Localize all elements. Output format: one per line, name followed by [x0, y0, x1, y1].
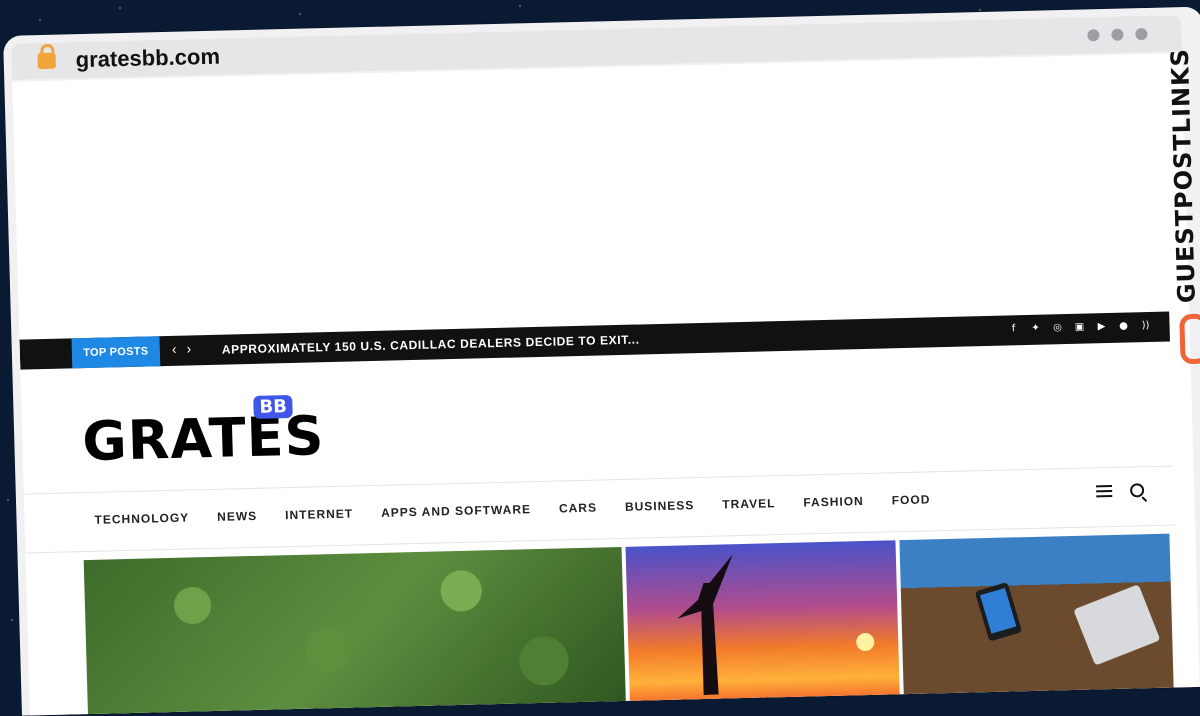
menu-icon[interactable] [1096, 485, 1113, 497]
nav-item-cars[interactable]: CARS [559, 501, 597, 516]
featured-grid [83, 533, 1178, 716]
ad-space [12, 53, 1190, 342]
snapchat-icon[interactable]: ● [1117, 321, 1129, 333]
url-text[interactable]: gratesbb.com [75, 44, 220, 74]
brand-watermark: GUESTPOSTLINKS [1160, 48, 1200, 365]
ticker-headline[interactable]: APPROXIMATELY 150 U.S. CADILLAC DEALERS … [222, 332, 640, 356]
linkedin-icon[interactable]: ▣ [1073, 322, 1085, 334]
nav-item-apps-and-software[interactable]: APPS AND SOFTWARE [381, 502, 531, 520]
nav-item-news[interactable]: NEWS [217, 509, 257, 524]
nav-item-fashion[interactable]: FASHION [803, 494, 864, 509]
featured-image-workspace[interactable] [899, 533, 1174, 701]
laptop-shape [1073, 584, 1161, 666]
page-viewport: TOP POSTS ‹ › APPROXIMATELY 150 U.S. CAD… [12, 53, 1200, 716]
search-icon[interactable] [1129, 483, 1145, 498]
nav-item-technology[interactable]: TECHNOLOGY [94, 511, 189, 527]
chevron-left-icon[interactable]: ‹ [172, 341, 177, 357]
featured-image-leaves[interactable] [83, 546, 626, 716]
logo-badge: BB [253, 394, 294, 419]
window-dot[interactable] [1135, 27, 1148, 41]
link-icon [1179, 313, 1200, 365]
window-controls [1087, 27, 1148, 42]
featured-image-sunset[interactable] [625, 540, 900, 707]
instagram-icon[interactable]: ◎ [1051, 322, 1063, 334]
lock-icon [37, 52, 56, 70]
site-logo[interactable]: GRATES BB [81, 394, 325, 473]
sun-shape [856, 632, 875, 652]
nav-item-food[interactable]: FOOD [892, 492, 931, 507]
chevron-right-icon[interactable]: › [186, 340, 191, 356]
person-silhouette [676, 554, 740, 695]
top-posts-label: TOP POSTS [71, 336, 161, 369]
facebook-icon[interactable]: f [1007, 323, 1019, 335]
nav-item-business[interactable]: BUSINESS [625, 498, 695, 514]
youtube-icon[interactable]: ▶ [1095, 321, 1107, 333]
window-dot[interactable] [1087, 29, 1100, 42]
brand-text: GUESTPOSTLINKS [1165, 47, 1200, 304]
twitter-icon[interactable]: ✦ [1029, 323, 1041, 335]
nav-icons [1096, 483, 1145, 498]
window-dot[interactable] [1111, 28, 1124, 41]
browser-window: gratesbb.com TOP POSTS ‹ › APPROXIMATELY… [0, 0, 1200, 716]
ticker-arrows: ‹ › [172, 340, 192, 356]
nav-item-travel[interactable]: TRAVEL [722, 496, 775, 511]
browser-frame: gratesbb.com TOP POSTS ‹ › APPROXIMATELY… [3, 6, 1200, 716]
nav-item-internet[interactable]: INTERNET [285, 507, 353, 523]
tablet-shape [974, 582, 1023, 642]
social-links: f ✦ ◎ ▣ ▶ ● )) [1007, 320, 1151, 336]
rss-icon[interactable]: )) [1139, 320, 1151, 332]
